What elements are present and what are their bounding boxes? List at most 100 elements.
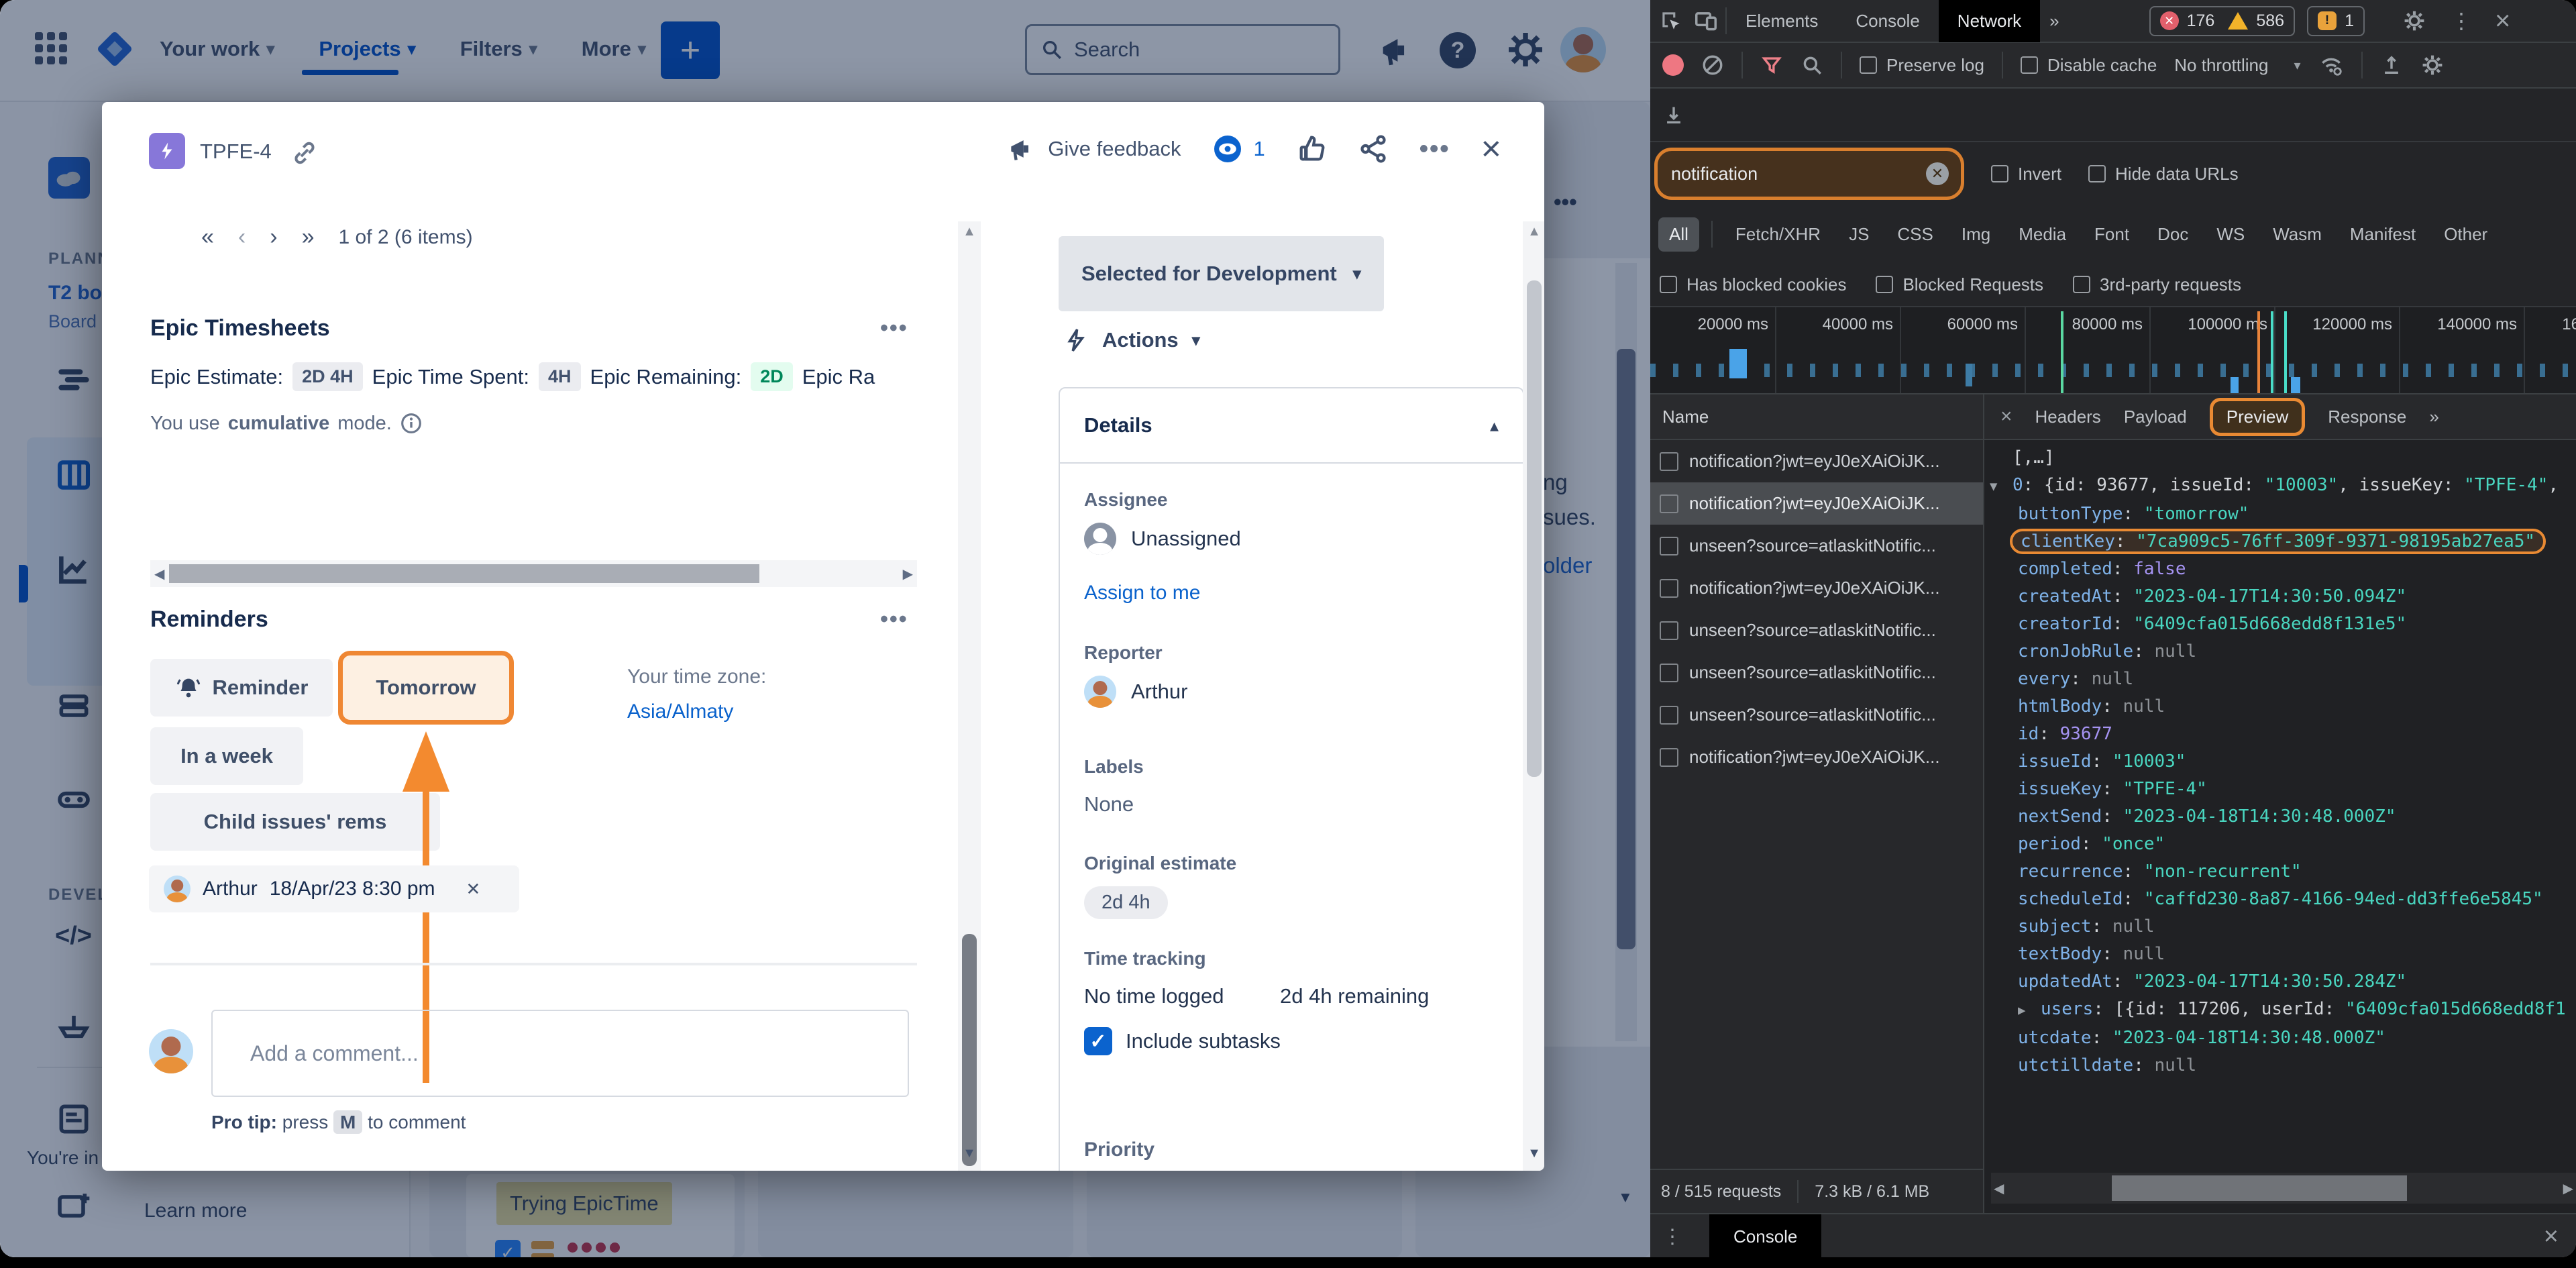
scroll-right-icon[interactable]: ▶ xyxy=(903,566,913,582)
json-line[interactable]: completed: false xyxy=(1984,556,2576,583)
type-filter-img[interactable]: Img xyxy=(1951,217,2001,252)
device-toolbar-icon[interactable] xyxy=(1693,8,1719,34)
devtools-tab-network[interactable]: Network xyxy=(1939,0,2040,42)
share-icon[interactable] xyxy=(1358,134,1389,164)
give-feedback-button[interactable]: Give feedback xyxy=(1006,134,1181,164)
reminder-chip[interactable]: Arthur 18/Apr/23 8:30 pm ✕ xyxy=(149,865,519,912)
json-line[interactable]: clientKey: "7ca909c5-76ff-309f-9371-9819… xyxy=(1984,528,2576,556)
devtools-close-icon[interactable]: × xyxy=(2495,6,2510,36)
type-filter-fetchxhr[interactable]: Fetch/XHR xyxy=(1725,217,1831,252)
more-detail-tabs-icon[interactable]: » xyxy=(2429,407,2438,427)
request-row[interactable]: unseen?source=atlaskitNotific... xyxy=(1650,525,1983,567)
checked-checkbox-icon[interactable]: ✓ xyxy=(1084,1027,1112,1055)
details-header[interactable]: Details ▴ xyxy=(1060,388,1523,464)
expander-icon[interactable]: ▶ xyxy=(2018,997,2041,1024)
export-har-icon[interactable] xyxy=(1662,103,1685,126)
invert-toggle[interactable]: Invert xyxy=(1991,164,2061,184)
preserve-log-toggle[interactable]: Preserve log xyxy=(1860,55,1984,76)
devtools-tab-elements[interactable]: Elements xyxy=(1727,0,1837,42)
json-line[interactable]: creatorId: "6409cfa015d668edd8f131e5" xyxy=(1984,611,2576,638)
json-line[interactable]: ▶users: [{id: 117206, userId: "6409cfa01… xyxy=(1984,996,2576,1024)
filter-toggle-has-blocked-cookies[interactable]: Has blocked cookies xyxy=(1660,274,1846,295)
right-pane-scrollbar[interactable]: ▲ ▼ xyxy=(1523,221,1544,1171)
reporter-value-row[interactable]: Arthur xyxy=(1084,676,1187,708)
actions-dropdown[interactable]: Actions ▾ xyxy=(1063,327,1200,353)
json-line[interactable]: utctilldate: null xyxy=(1984,1052,2576,1079)
assignee-value-row[interactable]: Unassigned xyxy=(1084,523,1241,555)
filter-funnel-icon[interactable] xyxy=(1760,54,1783,76)
scroll-up-icon[interactable]: ▲ xyxy=(1523,224,1544,240)
request-row[interactable]: notification?jwt=eyJ0eXAiOiJK... xyxy=(1650,567,1983,609)
disable-cache-toggle[interactable]: Disable cache xyxy=(2021,55,2157,76)
request-row[interactable]: unseen?source=atlaskitNotific... xyxy=(1650,651,1983,694)
child-issues-rems-button[interactable]: Child issues' rems xyxy=(150,793,440,851)
throttling-dropdown[interactable]: No throttling ▾ xyxy=(2174,55,2300,76)
detail-tab-payload[interactable]: Payload xyxy=(2124,407,2187,427)
type-filter-other[interactable]: Other xyxy=(2433,217,2498,252)
json-line[interactable]: recurrence: "non-recurrent" xyxy=(1984,858,2576,886)
json-line[interactable]: updatedAt: "2023-04-17T14:30:50.284Z" xyxy=(1984,968,2576,996)
error-warning-badge[interactable]: ✕ 176 586 xyxy=(2149,6,2295,36)
more-actions-icon[interactable]: ••• xyxy=(1419,135,1450,164)
type-filter-js[interactable]: JS xyxy=(1838,217,1880,252)
json-line[interactable]: scheduleId: "caffd230-8a87-4166-94ed-dd3… xyxy=(1984,886,2576,913)
clear-filter-icon[interactable]: ✕ xyxy=(1926,162,1949,185)
json-line[interactable]: ▼0: {id: 93677, issueId: "10003", issueK… xyxy=(1984,472,2576,500)
console-drawer-tab[interactable]: Console xyxy=(1709,1214,1821,1257)
name-column-header[interactable]: Name xyxy=(1650,394,1983,440)
assign-to-me-link[interactable]: Assign to me xyxy=(1084,582,1200,604)
scroll-up-icon[interactable]: ▲ xyxy=(958,224,981,240)
json-line[interactable]: nextSend: "2023-04-18T14:30:48.000Z" xyxy=(1984,803,2576,831)
checkbox-icon[interactable] xyxy=(1660,452,1678,471)
labels-value[interactable]: None xyxy=(1084,792,1134,816)
reminders-more-icon[interactable]: ••• xyxy=(880,606,908,633)
type-filter-media[interactable]: Media xyxy=(2008,217,2077,252)
close-drawer-icon[interactable]: × xyxy=(2544,1222,2559,1251)
type-filter-font[interactable]: Font xyxy=(2084,217,2140,252)
network-settings-icon[interactable] xyxy=(2420,53,2445,77)
json-line[interactable]: createdAt: "2023-04-17T14:30:50.094Z" xyxy=(1984,583,2576,611)
checkbox-icon[interactable] xyxy=(1660,664,1678,682)
checkbox-icon[interactable] xyxy=(1660,621,1678,640)
request-row[interactable]: notification?jwt=eyJ0eXAiOiJK... xyxy=(1650,482,1983,525)
include-subtasks-row[interactable]: ✓ Include subtasks xyxy=(1084,1027,1281,1055)
checkbox-icon[interactable] xyxy=(1660,579,1678,598)
preview-hscroll-thumb[interactable] xyxy=(2112,1175,2407,1201)
last-page-icon[interactable]: » xyxy=(302,224,315,250)
preview-hscrollbar[interactable]: ◀ ▶ xyxy=(1991,1173,2576,1204)
scroll-left-icon[interactable]: ◀ xyxy=(154,566,164,582)
type-filter-manifest[interactable]: Manifest xyxy=(2339,217,2426,252)
original-estimate-value[interactable]: 2d 4h xyxy=(1084,886,1168,919)
comment-input[interactable]: Add a comment... xyxy=(211,1010,909,1097)
close-modal-icon[interactable]: × xyxy=(1481,136,1501,162)
epic-panel-more-icon[interactable]: ••• xyxy=(880,315,908,341)
epic-type-icon[interactable] xyxy=(149,133,185,169)
json-line[interactable]: textBody: null xyxy=(1984,941,2576,968)
request-row[interactable]: notification?jwt=eyJ0eXAiOiJK... xyxy=(1650,736,1983,778)
filter-toggle-blocked-requests[interactable]: Blocked Requests xyxy=(1876,274,2043,295)
hide-data-urls-toggle[interactable]: Hide data URLs xyxy=(2088,164,2239,184)
scroll-left-icon[interactable]: ◀ xyxy=(1994,1180,2004,1197)
in-a-week-button[interactable]: In a week xyxy=(150,727,303,785)
filter-toggle-3rd-party-requests[interactable]: 3rd-party requests xyxy=(2073,274,2241,295)
type-filter-ws[interactable]: WS xyxy=(2206,217,2255,252)
devtools-settings-icon[interactable] xyxy=(2402,9,2426,33)
type-filter-css[interactable]: CSS xyxy=(1886,217,1943,252)
json-line[interactable]: id: 93677 xyxy=(1984,721,2576,748)
more-tabs-icon[interactable]: » xyxy=(2040,0,2068,42)
network-search-icon[interactable] xyxy=(1801,54,1823,76)
json-line[interactable]: buttonType: "tomorrow" xyxy=(1984,500,2576,528)
clear-icon[interactable] xyxy=(1701,54,1724,76)
first-page-icon[interactable]: « xyxy=(201,224,214,250)
devtools-tab-console[interactable]: Console xyxy=(1837,0,1938,42)
chip-remove-icon[interactable]: ✕ xyxy=(466,879,481,900)
devtools-menu-icon[interactable]: ⋮ xyxy=(2451,8,2472,34)
json-line[interactable]: every: null xyxy=(1984,666,2576,693)
json-line[interactable]: subject: null xyxy=(1984,913,2576,941)
issues-badge[interactable]: ! 1 xyxy=(2307,6,2365,36)
json-line[interactable]: htmlBody: null xyxy=(1984,693,2576,721)
epic-hscroll-thumb[interactable] xyxy=(169,564,759,583)
issue-key[interactable]: TPFE-4 xyxy=(200,140,272,164)
checkbox-icon[interactable] xyxy=(1660,494,1678,513)
scroll-down-icon[interactable]: ▼ xyxy=(958,1146,981,1161)
